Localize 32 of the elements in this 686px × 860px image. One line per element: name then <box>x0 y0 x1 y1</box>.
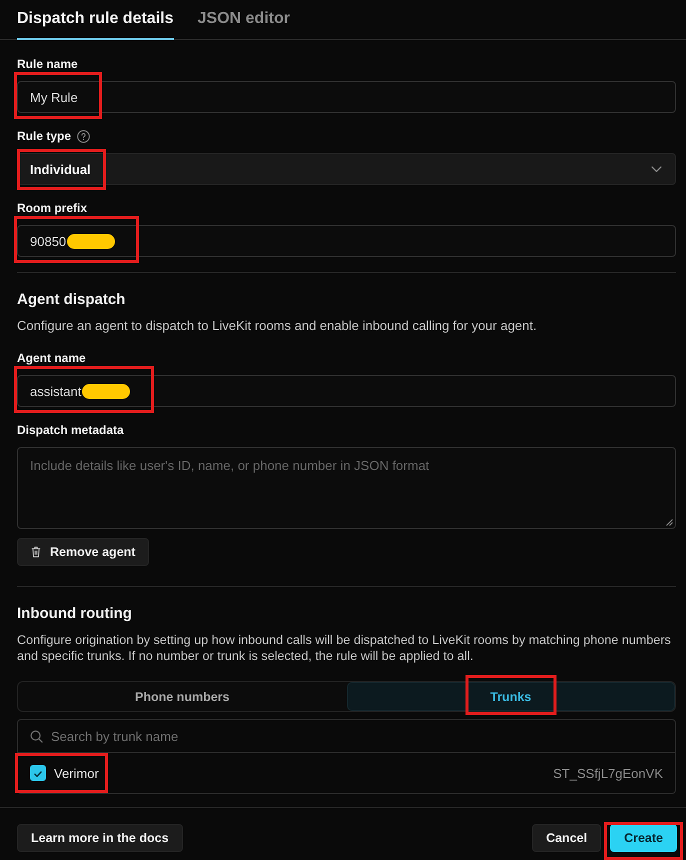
field-label: Dispatch metadata <box>17 422 124 438</box>
field-label: Rule type <box>17 128 72 144</box>
textarea-field[interactable]: Include details like user's ID, name, or phone number in JSON format <box>17 447 676 529</box>
input-field[interactable]: assistant <box>17 375 676 407</box>
tab[interactable]: JSON editor <box>198 0 290 40</box>
field-label: Rule name <box>17 56 78 72</box>
docs-link-button[interactable]: Learn more in the docs <box>17 824 183 852</box>
section-description: Configure origination by setting up how inbound calls will be dispatched to LiveKit rooms by matching phone numbers and specific trunks. If no number or trunk is selected, the rule will be applied to all. <box>17 632 672 664</box>
resize-handle-icon[interactable] <box>665 518 673 526</box>
section-description: Configure an agent to dispatch to LiveKit rooms and enable inbound calling for your agent. <box>17 317 538 335</box>
trunk-checkbox[interactable] <box>30 765 46 781</box>
segment-tab[interactable]: Phone numbers <box>18 682 346 711</box>
segment-tab[interactable]: Trunks <box>346 682 675 711</box>
input-field[interactable]: 90850 <box>17 225 676 257</box>
tab[interactable]: Dispatch rule details <box>17 0 174 40</box>
cancel-button[interactable]: Cancel <box>532 824 602 852</box>
field-label: Room prefix <box>17 200 88 216</box>
dropdown-field[interactable]: Individual <box>17 153 676 185</box>
trunk-row[interactable]: Verimor ST_SSfjL7gEonVK <box>17 753 676 794</box>
search-field[interactable]: Search by trunk name <box>17 719 676 753</box>
help-icon[interactable] <box>77 130 90 142</box>
trash-icon <box>31 546 41 558</box>
field-label: Agent name <box>17 350 86 366</box>
trunk-id: ST_SSfjL7gEonVK <box>553 766 663 780</box>
chevron-down-icon <box>651 166 662 172</box>
trunk-name: Verimor <box>54 766 99 780</box>
section-heading: Inbound routing <box>17 604 133 624</box>
section-heading: Agent dispatch <box>17 290 126 310</box>
search-icon <box>30 730 43 743</box>
remove-agent-button[interactable]: Remove agent <box>17 538 150 566</box>
create-button[interactable]: Create <box>610 824 677 852</box>
input-field[interactable]: My Rule <box>17 81 676 113</box>
